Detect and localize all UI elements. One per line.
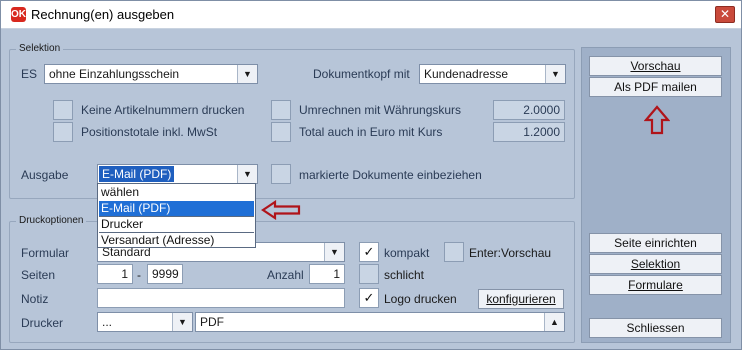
chevron-down-icon[interactable]: ▼ (237, 65, 257, 83)
dropdown-option-versandart[interactable]: Versandart (Adresse) (99, 233, 254, 248)
logo-drucken-label: Logo drucken (384, 292, 457, 306)
druckoptionen-legend: Druckoptionen (16, 215, 87, 226)
enter-vorschau-label: Enter:Vorschau (469, 246, 552, 260)
ausgabe-label: Ausgabe (21, 168, 69, 182)
umrechnen-checkbox[interactable] (271, 100, 291, 120)
close-button[interactable]: ✕ (715, 6, 735, 23)
drucker-select-value: PDF (200, 315, 224, 329)
dialog-window: OK Rechnung(en) ausgeben ✕ Selektion ES … (0, 0, 742, 350)
seiten-from-field[interactable]: 1 (97, 264, 133, 284)
seiten-to-field[interactable]: 9999 (147, 264, 183, 284)
umrechnen-kurs-field[interactable]: 2.0000 (493, 100, 565, 120)
konfigurieren-button[interactable]: konfigurieren (478, 289, 564, 309)
selektion-legend: Selektion (16, 43, 64, 54)
umrechnen-label: Umrechnen mit Währungskurs (299, 103, 462, 117)
keine-artikelnummern-label: Keine Artikelnummern drucken (81, 103, 245, 117)
formulare-button[interactable]: Formulare (589, 275, 722, 295)
drucker-type-select[interactable]: ... ▼ (97, 312, 193, 332)
notiz-label: Notiz (21, 292, 49, 306)
title-bar[interactable]: OK Rechnung(en) ausgeben ✕ (1, 1, 741, 29)
ausgabe-dropdown-list[interactable]: wählen E-Mail (PDF) Drucker Versandart (… (97, 183, 256, 248)
vorschau-label: Vorschau (630, 59, 681, 73)
window-title: Rechnung(en) ausgeben (31, 7, 175, 22)
chevron-down-icon[interactable]: ▼ (237, 165, 257, 183)
schlicht-label: schlicht (384, 268, 425, 282)
chevron-down-icon[interactable]: ▼ (324, 243, 344, 261)
kompakt-label: kompakt (384, 246, 430, 260)
enter-vorschau-checkbox[interactable] (444, 242, 464, 262)
vorschau-button[interactable]: Vorschau (589, 56, 722, 76)
selektion-button[interactable]: Selektion (589, 254, 722, 274)
chevron-down-icon[interactable]: ▼ (545, 65, 565, 83)
dropdown-option-email-pdf[interactable]: E-Mail (PDF) (99, 201, 254, 216)
drucker-label: Drucker (21, 316, 64, 330)
schliessen-label: Schliessen (626, 321, 685, 335)
drucker-type-value: ... (102, 315, 113, 329)
es-label: ES (21, 67, 38, 81)
drucker-select[interactable]: PDF ▲ (195, 312, 565, 332)
dokumentkopf-select[interactable]: Kundenadresse ▼ (419, 64, 566, 84)
schliessen-button[interactable]: Schliessen (589, 318, 722, 338)
seite-einrichten-label: Seite einrichten (614, 236, 697, 250)
logo-drucken-checkbox[interactable]: ✓ (359, 288, 379, 308)
dokumentkopf-label: Dokumentkopf mit (313, 67, 410, 81)
es-select[interactable]: ohne Einzahlungsschein ▼ (44, 64, 258, 84)
dokumentkopf-select-value: Kundenadresse (424, 67, 509, 81)
positionstotale-label: Positionstotale inkl. MwSt (81, 125, 218, 139)
schlicht-checkbox[interactable] (359, 264, 379, 284)
total-euro-checkbox[interactable] (271, 122, 291, 142)
markierte-checkbox[interactable] (271, 164, 291, 184)
chevron-down-icon[interactable]: ▼ (172, 313, 192, 331)
total-euro-label: Total auch in Euro mit Kurs (299, 125, 443, 139)
seiten-label: Seiten (21, 268, 56, 282)
anzahl-field[interactable]: 1 (309, 264, 345, 284)
seite-einrichten-button[interactable]: Seite einrichten (589, 233, 722, 253)
arrow-left-annotation-icon (261, 200, 301, 220)
ausgabe-select-value: E-Mail (PDF) (99, 166, 175, 182)
anzahl-label: Anzahl (267, 268, 304, 282)
keine-artikelnummern-checkbox[interactable] (53, 100, 73, 120)
konfigurieren-label: konfigurieren (486, 292, 556, 306)
markierte-label: markierte Dokumente einbeziehen (299, 168, 482, 182)
positionstotale-checkbox[interactable] (53, 122, 73, 142)
formular-label: Formular (21, 246, 70, 260)
kompakt-checkbox[interactable]: ✓ (359, 242, 379, 262)
ausgabe-select[interactable]: E-Mail (PDF) ▼ (97, 164, 258, 184)
chevron-up-icon[interactable]: ▲ (544, 313, 564, 331)
ok-logo-icon: OK (11, 7, 26, 22)
als-pdf-mailen-button[interactable]: Als PDF mailen (589, 77, 722, 97)
arrow-up-annotation-icon (644, 105, 670, 135)
als-pdf-mailen-label: Als PDF mailen (614, 80, 697, 94)
dropdown-option-waehlen[interactable]: wählen (99, 185, 254, 200)
selektion-button-label: Selektion (630, 257, 681, 271)
seiten-separator: - (137, 268, 141, 282)
dropdown-option-drucker[interactable]: Drucker (99, 217, 254, 232)
formulare-label: Formulare (628, 278, 683, 292)
es-select-value: ohne Einzahlungsschein (49, 67, 180, 81)
notiz-field[interactable] (97, 288, 345, 308)
euro-kurs-field[interactable]: 1.2000 (493, 122, 565, 142)
